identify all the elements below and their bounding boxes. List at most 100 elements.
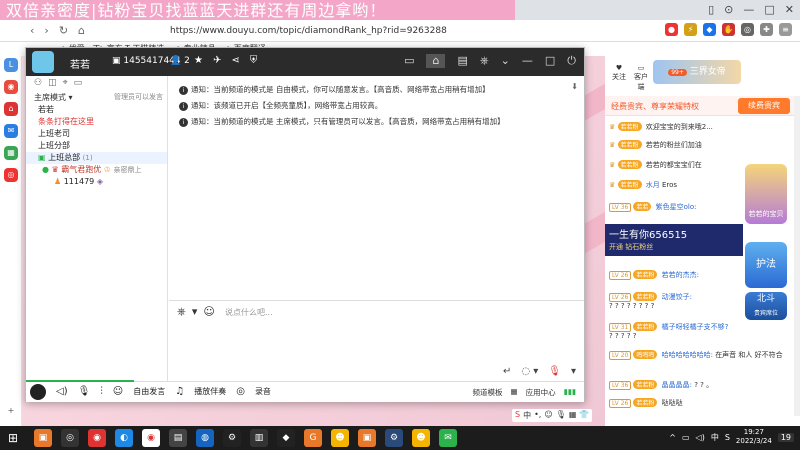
maximize-icon[interactable]: □ xyxy=(764,3,774,16)
netease-music-icon[interactable]: ◉ xyxy=(88,429,106,447)
chat-user[interactable]: 哈哈哈哈哈哈哈: xyxy=(662,351,713,359)
ext-lightning-icon[interactable]: ⚡ xyxy=(684,23,697,36)
punct-icon[interactable]: •, xyxy=(534,410,541,421)
speaker-icon[interactable]: ◁) xyxy=(56,386,68,397)
record-button[interactable]: 录音 xyxy=(255,386,271,397)
user-avatar[interactable] xyxy=(30,384,46,400)
mixer-icon[interactable]: ⫶ xyxy=(100,386,103,397)
add-app-icon[interactable]: + xyxy=(4,404,18,418)
side-app-icon[interactable]: ▦ xyxy=(4,146,18,160)
app-icon[interactable]: ◍ xyxy=(196,429,214,447)
network-icon[interactable]: ▭ xyxy=(682,433,690,442)
monitor-icon[interactable]: ▭ xyxy=(74,78,83,88)
grid-icon[interactable]: ▦ xyxy=(511,387,518,398)
app-icon[interactable]: ▣ xyxy=(358,429,376,447)
diamond-fan-ad[interactable]: 一生有你656515 开通 钻石粉丝 xyxy=(605,224,743,256)
app-icon[interactable]: ▥ xyxy=(250,429,268,447)
quality-button[interactable]: 频道模板 xyxy=(473,387,503,398)
channel-item[interactable]: 条条打得在这里 xyxy=(26,116,167,128)
fan-name[interactable]: 水月 xyxy=(646,181,660,189)
channel-item[interactable]: 若若 xyxy=(26,104,167,116)
app-icon[interactable]: ◎ xyxy=(61,429,79,447)
event-banner[interactable]: 99+ 三界女帝 xyxy=(653,60,741,84)
minimize-icon[interactable]: — xyxy=(743,3,754,16)
shield-icon[interactable]: ⊙ xyxy=(724,3,733,16)
side-app-icon[interactable]: ◉ xyxy=(4,80,18,94)
guardian-float[interactable]: 护法 xyxy=(745,242,787,288)
contacts-icon[interactable]: ◫ xyxy=(48,78,57,88)
client-download-button[interactable]: ▭ 客户端 xyxy=(631,64,651,92)
ime-indicator[interactable]: 中 xyxy=(711,432,719,443)
chat-icon[interactable]: ◌ ▾ xyxy=(521,366,538,377)
sogou-icon[interactable]: S xyxy=(515,410,520,421)
chevron-down-icon[interactable]: ▾ xyxy=(192,305,198,319)
minimize-icon[interactable]: — xyxy=(522,54,533,68)
url-field[interactable]: https://www.douyu.com/topic/diamondRank_… xyxy=(170,23,550,39)
ext-puzzle-icon[interactable]: ✚ xyxy=(760,23,773,36)
plane-icon[interactable]: ✈ xyxy=(213,55,221,66)
app-icon[interactable]: ◆ xyxy=(277,429,295,447)
ime-lang[interactable]: 中 xyxy=(523,410,531,421)
mic-icon[interactable]: 🎙 xyxy=(556,410,566,421)
windows-start-icon[interactable]: ⊞ xyxy=(8,431,18,445)
ext-blue-icon[interactable]: ◆ xyxy=(703,23,716,36)
clock[interactable]: 19:27 2022/3/24 xyxy=(736,428,772,446)
power-icon[interactable]: ⏻ xyxy=(567,54,576,68)
steam-icon[interactable]: ⚙ xyxy=(385,429,403,447)
forward-icon[interactable]: › xyxy=(44,24,48,37)
list-icon[interactable]: ▤ xyxy=(457,54,467,68)
fan-gift-float[interactable]: 若若的宝贝 xyxy=(745,164,787,224)
emoji-icon[interactable]: ☺ xyxy=(203,305,214,319)
chat-user[interactable]: 橘子呀轻橘子支不够? xyxy=(662,323,729,331)
follow-button[interactable]: ♥ 关注 xyxy=(609,64,629,82)
star-icon[interactable]: ★ xyxy=(194,55,203,66)
gamepad-icon[interactable]: ⎈ xyxy=(177,305,186,319)
member-item[interactable]: ♟ 111479 ◈ xyxy=(26,176,167,188)
notification-badge[interactable]: 19 xyxy=(777,432,794,442)
ext-gray-icon[interactable]: ◎ xyxy=(741,23,754,36)
people-icon[interactable]: ⚇ xyxy=(34,78,42,88)
mode-select[interactable]: 主席模式 ▾ 管理员可以发言 xyxy=(26,90,167,104)
mic-icon[interactable]: 🎙 xyxy=(78,386,91,397)
wechat-icon[interactable]: ✉ xyxy=(439,429,457,447)
weibo-icon[interactable]: ◎ xyxy=(4,168,18,182)
dropdown-icon[interactable]: ⌄ xyxy=(501,54,510,68)
scrollbar[interactable] xyxy=(794,96,800,416)
shield-icon[interactable]: ⛨ xyxy=(250,55,258,66)
app-icon[interactable]: G xyxy=(304,429,322,447)
back-icon[interactable]: ‹ xyxy=(30,24,34,37)
chat-user[interactable]: 晶晶晶晶: xyxy=(662,381,692,389)
mic-icon[interactable]: 🎙 xyxy=(548,366,561,377)
app-icon[interactable]: ☻ xyxy=(412,429,430,447)
channel-item-selected[interactable]: ▣ 上班总部 (1) xyxy=(26,152,167,164)
chevron-up-icon[interactable]: ^ xyxy=(669,433,676,442)
member-item[interactable]: ● ♛ 霸气君跑优 ♔ 亲密鼎上 xyxy=(26,164,167,176)
chevron-down-icon[interactable]: ▾ xyxy=(571,366,576,377)
menu-icon[interactable]: ≡ xyxy=(779,23,792,36)
emoji-icon[interactable]: ☺ xyxy=(544,410,552,421)
ext-red-icon[interactable]: ● xyxy=(665,23,678,36)
app-icon[interactable]: ◐ xyxy=(115,429,133,447)
close-icon[interactable]: ✕ xyxy=(785,3,794,16)
channel-item[interactable]: 上班老司 xyxy=(26,128,167,140)
sidebar-icon[interactable]: ▯ xyxy=(708,3,714,16)
steam-icon[interactable]: ⚙ xyxy=(223,429,241,447)
scroll-down-icon[interactable]: ⬇ xyxy=(571,82,578,91)
ext-adblock-icon[interactable]: ✋ xyxy=(722,23,735,36)
keyboard-icon[interactable]: ▦ xyxy=(569,410,577,421)
volume-icon[interactable]: ◁) xyxy=(696,433,705,442)
home-icon[interactable]: ⌂ xyxy=(78,24,85,37)
shirt-icon[interactable]: 👕 xyxy=(579,410,589,421)
video-icon[interactable]: ▭ xyxy=(404,54,414,68)
chrome-icon[interactable]: ◉ xyxy=(142,429,160,447)
side-app-icon[interactable]: L xyxy=(4,58,18,72)
app-center-button[interactable]: 应用中心 xyxy=(526,387,556,398)
room-avatar[interactable] xyxy=(32,51,54,73)
fan-name[interactable]: 紫色星空olo: xyxy=(656,203,697,211)
location-icon[interactable]: ⌖ xyxy=(63,78,68,88)
renew-vip-button[interactable]: 续费贵宾 xyxy=(738,98,790,114)
share-icon[interactable]: ⋖ xyxy=(231,55,239,66)
send-icon[interactable]: ↵ xyxy=(503,366,511,377)
refresh-icon[interactable]: ↻ xyxy=(59,24,68,37)
message-input[interactable]: 说点什么吧... xyxy=(225,307,273,318)
